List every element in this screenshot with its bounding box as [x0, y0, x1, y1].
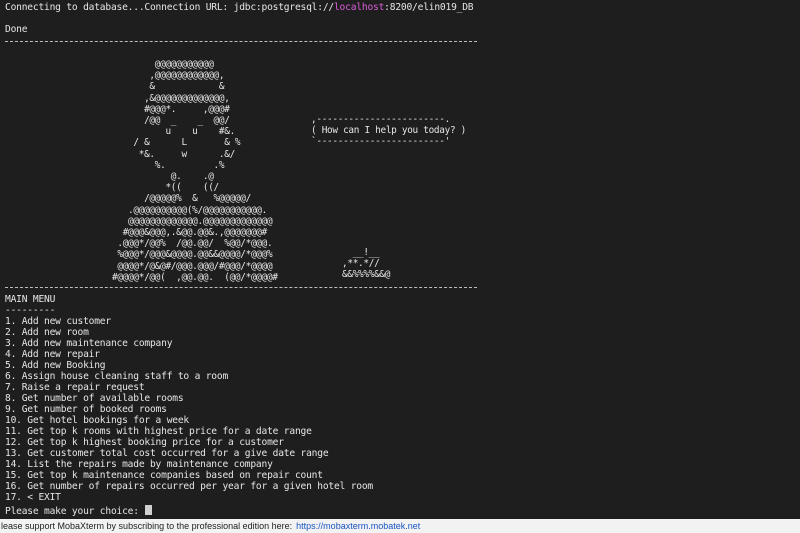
menu-item: 1. Add new customer — [5, 316, 111, 327]
status-message: lease support MobaXterm by subscribing t… — [1, 521, 293, 531]
menu-item: 2. Add new room — [5, 327, 89, 338]
menu-item: 6. Assign house cleaning staff to a room — [5, 371, 229, 382]
ascii-art-small: __!__ ,**.*// &&%%%%&&@ — [342, 247, 391, 281]
connection-prefix: Connecting to database...Connection URL:… — [5, 2, 334, 13]
menu-item: 14. List the repairs made by maintenance… — [5, 459, 273, 470]
menu-item: 15. Get top k maintenance companies base… — [5, 470, 323, 481]
status-bar: lease support MobaXterm by subscribing t… — [0, 519, 800, 533]
done-message: Done — [5, 24, 28, 35]
menu-item: 5. Add new Booking — [5, 360, 106, 371]
connection-host: localhost — [333, 2, 385, 13]
speech-bubble: ,------------------------. ( How can I h… — [311, 114, 466, 148]
terminal-window[interactable]: Connecting to database...Connection URL:… — [0, 0, 800, 519]
menu-item: 4. Add new repair — [5, 349, 100, 360]
menu-item: 13. Get customer total cost occurred for… — [5, 448, 329, 459]
menu-item: 7. Raise a repair request — [5, 382, 145, 393]
menu-item: 8. Get number of available rooms — [5, 393, 184, 404]
menu-title: MAIN MENU — [5, 294, 56, 305]
connection-line: Connecting to database...Connection URL:… — [5, 2, 474, 13]
menu-item: 10. Get hotel bookings for a week — [5, 415, 190, 426]
menu-item: 11. Get top k rooms with highest price f… — [5, 426, 312, 437]
mobaxterm-link[interactable]: https://mobaxterm.mobatek.net — [296, 521, 420, 531]
connection-suffix: :8200/elin019_DB — [384, 2, 474, 13]
menu-underline: --------- — [5, 305, 56, 316]
top-divider — [5, 41, 477, 42]
menu-item: 16. Get number of repairs occurred per y… — [5, 481, 374, 492]
ascii-art-figure: @@@@@@@@@@@ ,@@@@@@@@@@@@, & & ,&@@@@@@@… — [112, 59, 278, 283]
prompt-line[interactable]: Please make your choice: — [5, 505, 153, 517]
art-divider — [5, 287, 477, 288]
menu-item-exit: 17. < EXIT — [5, 492, 61, 503]
menu-item: 3. Add new maintenance company — [5, 338, 173, 349]
menu-item: 9. Get number of booked rooms — [5, 404, 167, 415]
menu-item: 12. Get top k highest booking price for … — [5, 437, 284, 448]
terminal-cursor[interactable] — [145, 505, 153, 515]
prompt-text: Please make your choice: — [5, 506, 145, 517]
